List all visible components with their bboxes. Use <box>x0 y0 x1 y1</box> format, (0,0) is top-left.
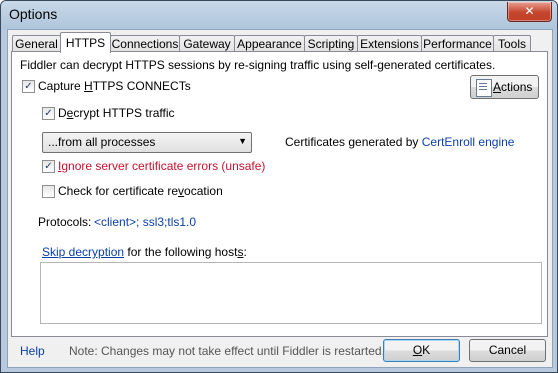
ok-button[interactable]: OK <box>383 339 460 362</box>
decrypt-https-checkbox[interactable]: ✓ <box>42 107 55 120</box>
restart-note: Note: Changes may not take effect until … <box>69 344 385 358</box>
protocols-link[interactable]: <client>; ssl3;tls1.0 <box>94 215 196 229</box>
tab-scripting[interactable]: Scripting <box>304 35 358 52</box>
decrypt-https-label[interactable]: Decrypt HTTPS traffic <box>58 106 175 120</box>
process-filter-dropdown[interactable]: ...from all processes ▼ <box>42 132 252 153</box>
cert-generator-text: Certificates generated by CertEnroll eng… <box>285 135 515 149</box>
intro-text: Fiddler can decrypt HTTPS sessions by re… <box>20 58 496 72</box>
dialog-body: General HTTPS Connections Gateway Appear… <box>7 29 553 368</box>
process-filter-value: ...from all processes <box>48 135 156 149</box>
title-bar[interactable]: Options ✕ <box>1 1 557 29</box>
skip-decryption-row: Skip decryption for the following hosts: <box>42 245 247 259</box>
tab-appearance[interactable]: Appearance <box>234 35 305 52</box>
tab-performance[interactable]: Performance <box>421 35 494 52</box>
tab-gateway[interactable]: Gateway <box>179 35 235 52</box>
check-revocation-label[interactable]: Check for certificate revocation <box>58 184 223 198</box>
capture-https-checkbox[interactable]: ✓ <box>22 80 35 93</box>
tab-tools[interactable]: Tools <box>493 35 531 52</box>
ignore-cert-errors-label[interactable]: Ignore server certificate errors (unsafe… <box>58 159 265 173</box>
chevron-down-icon: ▼ <box>238 136 247 146</box>
skip-hosts-textarea[interactable] <box>40 262 542 324</box>
tab-connections[interactable]: Connections <box>110 35 180 52</box>
protocols-label: Protocols: <box>38 215 92 229</box>
check-revocation-checkbox[interactable] <box>42 185 55 198</box>
options-window: Options ✕ General HTTPS Connections Gate… <box>0 0 558 373</box>
actions-button[interactable]: Actions <box>470 75 539 99</box>
tab-https[interactable]: HTTPS <box>60 32 111 53</box>
help-link[interactable]: Help <box>20 344 45 358</box>
capture-https-label[interactable]: Capture HTTPS CONNECTs <box>38 79 191 93</box>
close-button[interactable]: ✕ <box>507 2 552 22</box>
tab-general[interactable]: General <box>12 35 61 52</box>
https-panel: Fiddler can decrypt HTTPS sessions by re… <box>11 51 548 337</box>
skip-decryption-link[interactable]: Skip decryption <box>42 245 124 259</box>
tab-extensions[interactable]: Extensions <box>357 35 422 52</box>
tab-strip: General HTTPS Connections Gateway Appear… <box>11 32 551 53</box>
window-title: Options <box>9 6 58 22</box>
close-icon: ✕ <box>524 4 535 18</box>
cancel-button[interactable]: Cancel <box>469 339 546 362</box>
certificate-icon <box>476 79 492 97</box>
ignore-cert-errors-checkbox[interactable]: ✓ <box>42 160 55 173</box>
certenroll-link[interactable]: CertEnroll engine <box>422 135 515 149</box>
